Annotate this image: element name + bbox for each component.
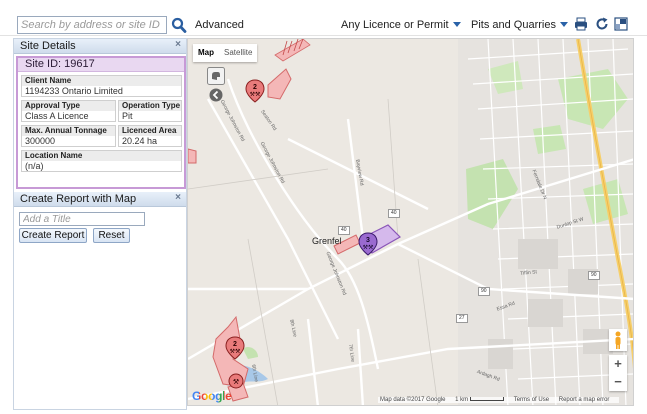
scale-label: 1 km	[455, 397, 469, 403]
close-icon[interactable]: ×	[175, 39, 181, 50]
client-name-label: Client Name	[22, 76, 181, 86]
refresh-icon[interactable]	[595, 17, 609, 31]
licence-filter-dropdown[interactable]: Any Licence or Permit	[341, 19, 461, 31]
site-marker-icon[interactable]: ⚒	[228, 373, 244, 389]
max-tonnage-label: Max. Annual Tonnage	[22, 126, 115, 136]
search-input[interactable]	[17, 16, 167, 34]
client-name-value: 1194233 Ontario Limited	[25, 86, 123, 96]
approval-type-value: Class A Licence	[25, 111, 89, 121]
chevron-down-icon	[452, 22, 461, 27]
map-type-control: Map Satellite	[193, 44, 258, 62]
svg-text:⚒⚒: ⚒⚒	[363, 244, 374, 251]
site-marker-pin[interactable]: 2 ⚒⚒	[244, 79, 266, 103]
map-canvas[interactable]: George Johnston Rd George Johnston Rd Ge…	[187, 38, 634, 406]
fullscreen-icon[interactable]	[614, 17, 628, 31]
report-title: Create Report with Map	[20, 193, 137, 205]
highway-shield: 90	[478, 287, 490, 296]
licence-filter-label: Any Licence or Permit	[341, 19, 449, 31]
marker-count: 2	[253, 84, 257, 91]
type-filter-dropdown[interactable]: Pits and Quarries	[471, 19, 568, 31]
report-error-link[interactable]: Report a map error	[559, 397, 610, 403]
site-details-title: Site Details	[20, 40, 76, 52]
highway-shield: 90	[588, 271, 600, 280]
site-marker-pin[interactable]: 2 ⚒⚒	[224, 336, 246, 360]
site-marker-pin[interactable]: 3 ⚒⚒	[357, 232, 379, 256]
zoom-control: + −	[609, 355, 627, 391]
location-name-value: (n/a)	[25, 161, 44, 171]
type-filter-label: Pits and Quarries	[471, 19, 556, 31]
svg-text:⚒⚒: ⚒⚒	[230, 348, 241, 355]
licenced-area-label: Licenced Area	[119, 126, 181, 136]
operation-type-field: Operation Type Pit	[118, 100, 182, 122]
site-details-header: Site Details ×	[14, 39, 186, 54]
operation-type-value: Pit	[122, 111, 133, 121]
top-toolbar: Advanced Any Licence or Permit Pits and …	[0, 0, 647, 36]
pegman-control[interactable]	[609, 329, 627, 351]
licenced-area-field: Licenced Area 20.24 ha	[118, 125, 182, 147]
google-logo-text: Google	[192, 389, 232, 403]
chevron-left-icon[interactable]	[209, 88, 223, 102]
highway-shield: 27	[456, 314, 468, 323]
reset-button[interactable]: Reset	[93, 228, 130, 243]
svg-text:⚒: ⚒	[233, 378, 239, 386]
highway-shield: 40	[388, 209, 400, 218]
terms-link[interactable]: Terms of Use	[514, 397, 549, 403]
report-panel: Create Report with Map × Create Report R…	[14, 192, 186, 243]
location-name-label: Location Name	[22, 151, 181, 161]
marker-count: 2	[233, 341, 237, 348]
max-tonnage-value: 300000	[25, 136, 56, 146]
highway-shield: 40	[338, 226, 350, 235]
town-label: Grenfel	[312, 236, 342, 246]
site-details-panel: Site ID: 19617 Client Name 1194233 Ontar…	[16, 56, 186, 189]
client-name-field: Client Name 1194233 Ontario Limited	[21, 75, 182, 97]
map-attribution: Map data ©2017 Google 1 km Terms of Use …	[378, 397, 620, 403]
print-icon[interactable]	[574, 17, 588, 31]
licenced-area-value: 20.24 ha	[122, 136, 158, 146]
max-tonnage-field: Max. Annual Tonnage 300000	[21, 125, 116, 147]
approval-type-label: Approval Type	[22, 101, 115, 111]
zoom-out-button[interactable]: −	[609, 373, 627, 391]
street-view-icon[interactable]	[207, 67, 225, 85]
close-icon[interactable]: ×	[175, 192, 181, 203]
create-report-button[interactable]: Create Report	[19, 228, 87, 243]
approval-type-field: Approval Type Class A Licence	[21, 100, 116, 122]
zoom-in-button[interactable]: +	[609, 355, 627, 373]
map-data-text: Map data ©2017 Google	[380, 397, 446, 403]
report-header: Create Report with Map ×	[14, 192, 186, 207]
scale-bar	[470, 397, 505, 401]
google-logo: Google	[192, 389, 232, 403]
chevron-down-icon	[559, 22, 568, 27]
map-type-satellite-button[interactable]: Satellite	[219, 44, 257, 62]
site-id-label: Site ID: 19617	[18, 58, 184, 72]
sidebar: Site Details × Site ID: 19617 Client Nam…	[13, 38, 187, 410]
pegman-icon	[615, 331, 621, 349]
report-title-input[interactable]	[19, 212, 145, 226]
operation-type-label: Operation Type	[119, 101, 181, 111]
marker-count: 3	[366, 237, 370, 244]
advanced-search-link[interactable]: Advanced	[195, 19, 244, 31]
search-icon[interactable]	[171, 16, 187, 34]
location-name-field: Location Name (n/a)	[21, 150, 182, 172]
map-type-map-button[interactable]: Map	[193, 44, 219, 62]
svg-text:⚒⚒: ⚒⚒	[250, 91, 261, 98]
